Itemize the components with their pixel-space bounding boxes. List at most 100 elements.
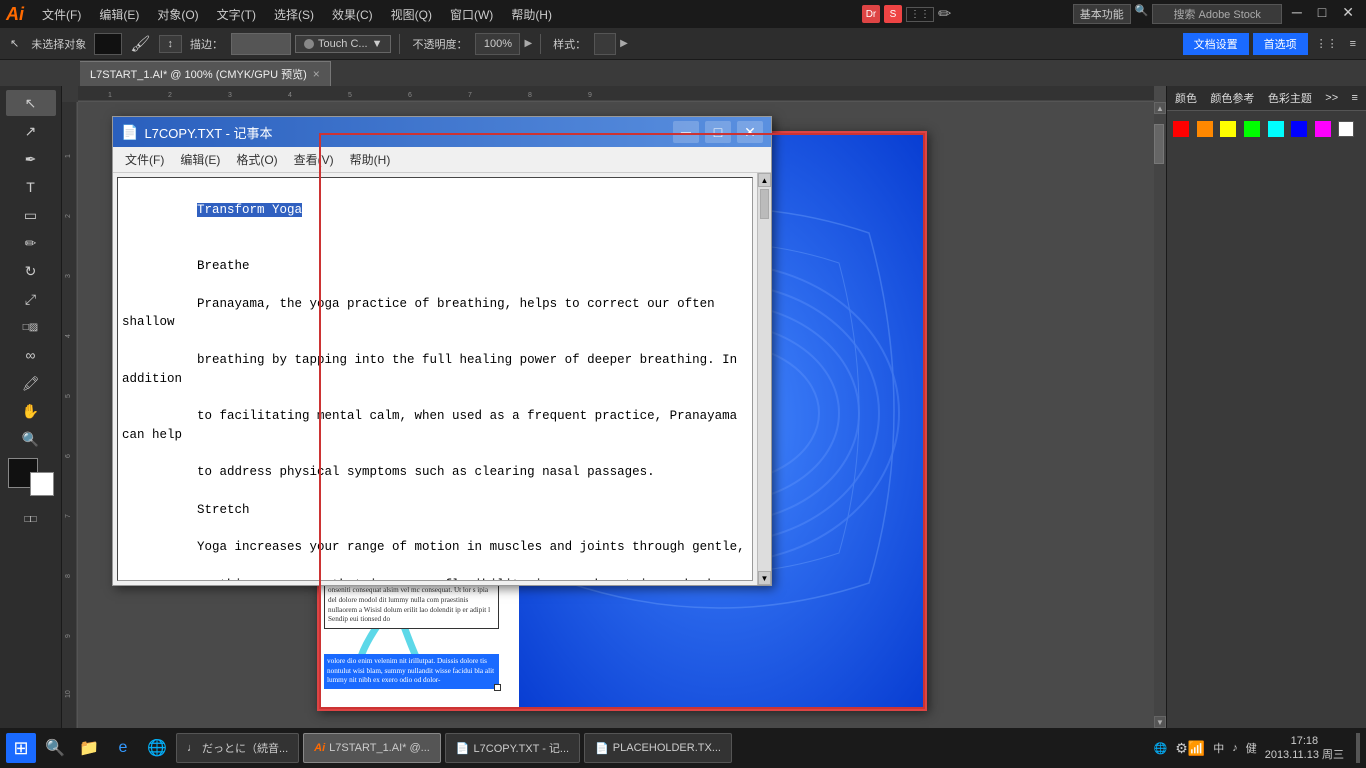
taskbar-app-notepad-placeholder[interactable]: 📄 PLACEHOLDER.TX...	[584, 733, 732, 763]
taskbar-app-illustrator[interactable]: Ai L7START_1.AI* @...	[303, 733, 441, 763]
notepad-menu-format[interactable]: 格式(O)	[228, 149, 285, 170]
notepad-minimize[interactable]: ─	[673, 121, 699, 143]
eyedropper-tool[interactable]: 🖍	[6, 370, 56, 396]
select-tool[interactable]: ↖	[6, 90, 56, 116]
menu-help[interactable]: 帮助(H)	[503, 4, 560, 25]
maximize-button[interactable]: □	[1312, 4, 1332, 24]
panel-expand-icon[interactable]: >>	[1325, 92, 1338, 104]
notepad-menu-file[interactable]: 文件(F)	[117, 149, 172, 170]
vscroll-track[interactable]	[1154, 114, 1166, 716]
edge-button[interactable]: e	[108, 733, 138, 763]
notepad-menu-view[interactable]: 查看(V)	[286, 149, 342, 170]
doc-settings-button[interactable]: 文档设置	[1183, 33, 1249, 55]
menu-view[interactable]: 视图(Q)	[383, 4, 440, 25]
fill-color[interactable]	[94, 33, 122, 55]
notepad-close[interactable]: ✕	[737, 121, 763, 143]
menu-window[interactable]: 窗口(W)	[442, 4, 501, 25]
canvas-area[interactable]: 1 2 3 4 5 6 7 8 9 1 2 3 4 5 6 7 8	[62, 86, 1166, 740]
stroke-selector[interactable]: ↕	[159, 35, 183, 53]
no-selection-label: 未选择对象	[27, 34, 90, 54]
pen-icon[interactable]: ✏	[938, 4, 951, 24]
pencil-tool[interactable]: ✏	[6, 230, 56, 256]
browser-button[interactable]: 🌐	[142, 733, 172, 763]
canvas-vscroll[interactable]: ▲ ▼	[1154, 102, 1166, 728]
notepad-menu-edit[interactable]: 编辑(E)	[172, 149, 228, 170]
notepad-maximize[interactable]: □	[705, 121, 731, 143]
taskbar-app-music[interactable]: ♩ だっとに（続音...	[176, 733, 299, 763]
stroke-value[interactable]	[231, 33, 291, 55]
scroll-track[interactable]	[758, 187, 771, 571]
swatch-yellow[interactable]	[1220, 121, 1236, 137]
toolbar-overflow[interactable]: ≡	[1346, 36, 1360, 52]
pen-tool[interactable]: ✒	[6, 146, 56, 172]
opacity-arrow[interactable]: ▶	[524, 38, 532, 49]
style-swatch[interactable]	[594, 33, 616, 55]
scroll-up-btn[interactable]: ▲	[1154, 102, 1166, 114]
notepad-titlebar[interactable]: 📄 L7COPY.TXT - 记事本 ─ □ ✕	[113, 117, 771, 147]
doc-tab-close[interactable]: ×	[313, 67, 320, 81]
menu-edit[interactable]: 编辑(E)	[91, 4, 147, 25]
shape-tool[interactable]: ▭	[6, 202, 56, 228]
show-desktop-btn[interactable]	[1356, 733, 1360, 763]
text-frame-selected[interactable]: volore dio enim velenim nit irillutpat. …	[324, 654, 499, 689]
toolbar-right: 文档设置 首选项 ⋮⋮ ≡	[1183, 33, 1360, 55]
scroll-up-button[interactable]: ▲	[758, 173, 771, 187]
more-options[interactable]: ⋮⋮	[1312, 35, 1342, 52]
brush-tool-icon[interactable]: 🖌	[126, 32, 154, 56]
hand-tool[interactable]: ✋	[6, 398, 56, 424]
direct-select-tool[interactable]: ↗	[6, 118, 56, 144]
swatch-orange[interactable]	[1197, 121, 1213, 137]
swatch-white[interactable]	[1338, 121, 1354, 137]
menu-file[interactable]: 文件(F)	[34, 4, 89, 25]
style-arrow[interactable]: ▶	[620, 38, 628, 49]
taskbar-app-notepad-copy[interactable]: 📄 L7COPY.TXT - 记...	[445, 733, 580, 763]
dr-icon[interactable]: Dr	[862, 5, 880, 23]
stock-search[interactable]: 搜索 Adobe Stock	[1152, 4, 1281, 24]
blend-tool[interactable]: ∞	[6, 342, 56, 368]
start-button[interactable]: ⊞	[6, 733, 36, 763]
keyboard-icon[interactable]: 健	[1246, 740, 1257, 756]
notepad-scrollbar[interactable]: ▲ ▼	[757, 173, 771, 585]
minimize-button[interactable]: ─	[1286, 4, 1308, 24]
network-icon: 🌐	[1154, 742, 1168, 755]
swatch-magenta[interactable]	[1315, 121, 1331, 137]
separator-2	[540, 34, 541, 54]
zoom-tool[interactable]: 🔍	[6, 426, 56, 452]
text-tool[interactable]: T	[6, 174, 56, 200]
mode-dropdown[interactable]: 基本功能	[1073, 4, 1131, 24]
gradient-tool[interactable]: □▨	[6, 314, 56, 340]
scale-tool[interactable]: ⤢	[6, 286, 56, 312]
search-button[interactable]: 🔍	[40, 733, 70, 763]
menu-effect[interactable]: 效果(C)	[324, 4, 381, 25]
preferences-button[interactable]: 首选项	[1253, 33, 1308, 55]
swatch-red[interactable]	[1173, 121, 1189, 137]
file-explorer-button[interactable]: 📁	[74, 733, 104, 763]
background-color[interactable]	[30, 472, 54, 496]
menu-select[interactable]: 选择(S)	[266, 4, 322, 25]
scroll-thumb[interactable]	[760, 189, 769, 219]
ime-indicator[interactable]: 中	[1213, 740, 1224, 756]
ruler-horizontal: 1 2 3 4 5 6 7 8 9	[78, 86, 1154, 102]
scroll-down-btn[interactable]: ▼	[1154, 716, 1166, 728]
swatch-cyan[interactable]	[1268, 121, 1284, 137]
sg-icon[interactable]: S	[884, 5, 902, 23]
swatch-green[interactable]	[1244, 121, 1260, 137]
notepad-text-area[interactable]: Transform Yoga Breathe Pranayama, the yo…	[117, 177, 753, 581]
swatch-blue[interactable]	[1291, 121, 1307, 137]
screen-mode-toggle[interactable]: □□	[6, 506, 56, 532]
menu-text[interactable]: 文字(T)	[209, 4, 264, 25]
color-pair[interactable]	[8, 458, 54, 496]
vscroll-thumb[interactable]	[1154, 124, 1164, 164]
opacity-input[interactable]	[475, 33, 520, 55]
selection-tool[interactable]: ↖	[6, 35, 23, 52]
panel-menu-icon[interactable]: ≡	[1352, 92, 1358, 104]
document-tab[interactable]: L7START_1.AI* @ 100% (CMYK/GPU 预览) ×	[80, 61, 331, 86]
scroll-down-button[interactable]: ▼	[758, 571, 771, 585]
notepad-menu-help[interactable]: 帮助(H)	[342, 149, 399, 170]
menu-object[interactable]: 对象(O)	[149, 4, 206, 25]
view-options[interactable]: ⋮⋮	[906, 7, 934, 22]
rotate-tool[interactable]: ↻	[6, 258, 56, 284]
touch-dropdown[interactable]: Touch C... ▼	[295, 35, 391, 53]
text-handle-br[interactable]	[494, 684, 501, 691]
close-button[interactable]: ✕	[1336, 4, 1360, 24]
